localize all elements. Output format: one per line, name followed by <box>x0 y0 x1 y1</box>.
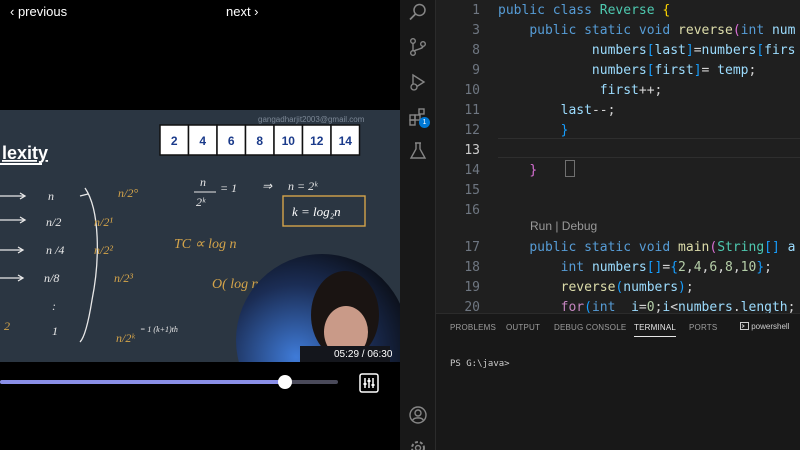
panel-tab-debug-console[interactable]: DEBUG CONSOLE <box>554 323 626 332</box>
code-line[interactable]: last--; <box>498 103 616 118</box>
current-line-highlight <box>498 138 800 158</box>
panel-tab-output[interactable]: OUTPUT <box>506 323 540 332</box>
code-line[interactable]: } <box>498 123 569 138</box>
array-cell-value: 12 <box>310 134 324 148</box>
svg-text:n: n <box>200 175 206 189</box>
lecture-slide: lexity gangadharjit2003@gmail.com 2 4 6 8 10… <box>0 115 400 362</box>
panel-tab-ports[interactable]: PORTS <box>689 323 717 332</box>
svg-text:n/2°: n/2° <box>118 186 138 200</box>
gear-icon[interactable] <box>408 438 428 450</box>
line-number: 20 <box>464 300 480 313</box>
array-cell-value: 14 <box>339 134 353 148</box>
svg-text:1: 1 <box>52 324 58 338</box>
panel-tab-problems[interactable]: PROBLEMS <box>450 323 496 332</box>
equalizer-settings-button[interactable] <box>359 373 379 393</box>
timecode: 05:29 / 06:30 <box>334 349 393 360</box>
account-icon[interactable] <box>408 405 428 425</box>
line-number: 12 <box>464 123 480 138</box>
line-number: 9 <box>472 63 480 78</box>
array-cell-value: 10 <box>282 134 296 148</box>
code-line[interactable]: first++; <box>498 83 663 98</box>
array-cell-value: 2 <box>171 134 178 148</box>
line-number: 3 <box>472 23 480 38</box>
video-frame[interactable]: lexity gangadharjit2003@gmail.com 2 4 6 8 10… <box>0 110 400 362</box>
run-debug-icon[interactable] <box>408 72 428 92</box>
array-boxes: 2 4 6 8 10 12 14 <box>159 124 361 156</box>
code-line[interactable]: numbers[first]= temp; <box>498 63 756 78</box>
svg-text:TC ∝ log n: TC ∝ log n <box>174 237 237 252</box>
svg-text:2: 2 <box>4 319 10 333</box>
slide-title: lexity <box>2 143 48 163</box>
bracket-match-highlight <box>565 160 575 177</box>
svg-text:⇒: ⇒ <box>262 179 273 193</box>
line-number: 16 <box>464 203 480 218</box>
panel-tab-terminal[interactable]: TERMINAL <box>634 323 677 337</box>
line-number: 10 <box>464 83 480 98</box>
code-line[interactable]: int numbers[]={2,4,6,8,10}; <box>498 260 772 275</box>
video-player[interactable]: ‹ previous next › lexity gangadharjit200… <box>0 0 400 450</box>
svg-text:2ᵏ: 2ᵏ <box>196 195 206 209</box>
code-line[interactable]: public class Reverse { <box>498 3 670 18</box>
code-line[interactable]: for(int i=0;i<numbers.length; <box>498 300 796 313</box>
array-cell-value: 6 <box>228 134 235 148</box>
code-line[interactable]: reverse(numbers); <box>498 280 694 295</box>
line-number: 19 <box>464 280 480 295</box>
line-number: 15 <box>464 183 480 198</box>
activity-bar: 1 <box>400 0 436 450</box>
next-link[interactable]: next › <box>226 4 259 19</box>
terminal-icon <box>740 322 749 330</box>
line-number: 11 <box>464 103 480 118</box>
line-number: 8 <box>472 43 480 58</box>
array-cell-value: 4 <box>199 134 206 148</box>
svg-text:k = log₂n: k = log₂n <box>292 204 341 219</box>
seek-bar-thumb[interactable] <box>277 375 292 389</box>
svg-text:n/2: n/2 <box>46 215 61 229</box>
line-number: 17 <box>464 240 480 255</box>
svg-text:n: n <box>48 189 54 203</box>
seek-bar-progress <box>0 380 285 384</box>
code-line[interactable]: numbers[last]=numbers[firs <box>498 43 796 58</box>
shell-name: powershell <box>751 322 790 331</box>
line-number: 18 <box>464 260 480 275</box>
watermark: gangadharjit2003@gmail.com <box>258 115 365 124</box>
video-nav: ‹ previous next › <box>0 0 400 24</box>
line-number: 1 <box>472 3 480 18</box>
svg-text:n = 2ᵏ: n = 2ᵏ <box>288 179 318 193</box>
code-line[interactable]: public static void reverse(int num <box>498 23 795 38</box>
svg-text:n/2¹: n/2¹ <box>94 215 113 229</box>
bottom-panel: PROBLEMS OUTPUT DEBUG CONSOLE TERMINAL PORTS… <box>436 313 800 450</box>
svg-text:= 1 (k+1)th: = 1 (k+1)th <box>140 325 178 334</box>
extensions-badge: 1 <box>419 117 430 128</box>
code-line[interactable]: public static void main(String[] a <box>498 240 795 255</box>
code-editor[interactable]: 1 public class Reverse { 3 public static v… <box>436 0 800 313</box>
vscode-window: 1 1 public class Reverse { 3 public static… <box>400 0 800 450</box>
array-cell-value: 8 <box>256 134 263 148</box>
terminal-shell-indicator[interactable]: powershell <box>740 322 789 331</box>
line-number: 14 <box>464 163 480 178</box>
svg-text::: : <box>52 299 56 313</box>
line-number: 13 <box>464 143 480 158</box>
svg-text:n/2²: n/2² <box>94 243 113 257</box>
previous-link[interactable]: ‹ previous <box>10 4 67 19</box>
codelens-run-debug[interactable]: Run | Debug <box>530 219 597 233</box>
search-icon[interactable] <box>408 2 428 22</box>
svg-text:= 1: = 1 <box>220 181 237 195</box>
svg-text:n /4: n /4 <box>46 243 64 257</box>
sliders-icon <box>359 373 379 393</box>
testing-flask-icon[interactable] <box>408 141 428 161</box>
code-line[interactable]: } <box>498 163 537 178</box>
svg-text:n/8: n/8 <box>44 271 59 285</box>
svg-text:n/2ᵏ: n/2ᵏ <box>116 331 135 345</box>
svg-text:n/2³: n/2³ <box>114 271 133 285</box>
terminal-prompt[interactable]: PS G:\java> <box>450 359 510 369</box>
source-control-icon[interactable] <box>408 37 428 57</box>
